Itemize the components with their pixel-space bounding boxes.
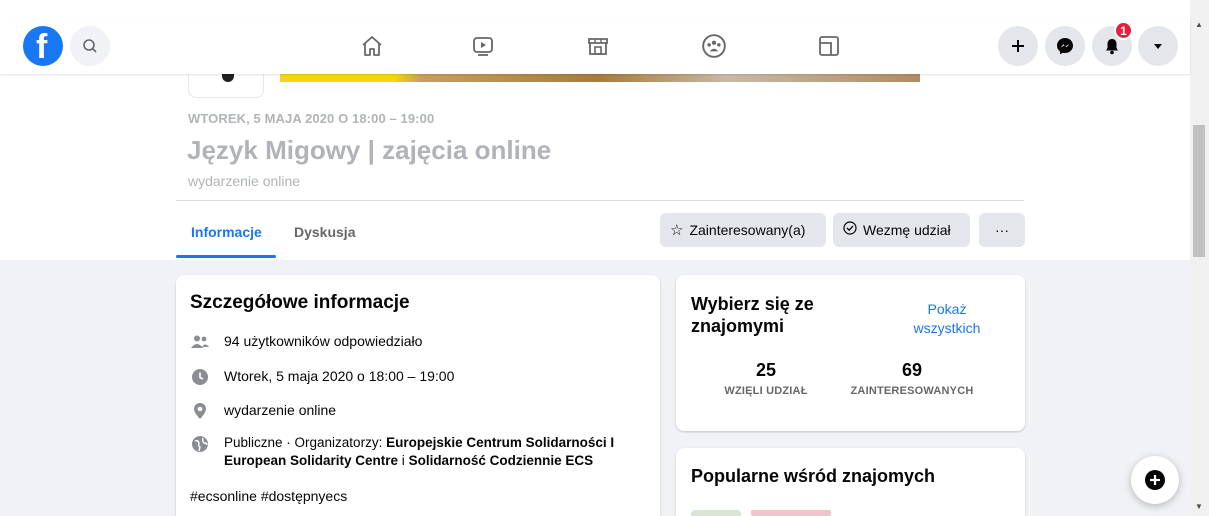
more-icon: ···: [995, 222, 1009, 238]
messenger-icon: [1057, 38, 1073, 55]
event-date-box: [188, 74, 264, 98]
tab-dyskusja[interactable]: Dyskusja: [294, 224, 355, 240]
privacy-text: Publiczne · Organizatorzy: Europejskie C…: [224, 434, 640, 470]
nav-marketplace[interactable]: [576, 24, 620, 68]
create-button[interactable]: [998, 26, 1038, 66]
page-scrollbar[interactable]: [1190, 0, 1209, 516]
clock-icon: [190, 367, 210, 387]
nav-groups[interactable]: [692, 24, 736, 68]
popular-event-date: [751, 510, 831, 516]
page: f 1 WTOREK, 5 MAJA 2020 O 18:00 – 19:00 …: [0, 0, 1209, 516]
event-title: Język Migowy | zajęcia online: [187, 135, 552, 165]
show-all-link[interactable]: Pokaż wszystkich: [902, 300, 992, 338]
globe-icon: [190, 434, 210, 454]
compose-plus-icon: [1145, 470, 1165, 490]
nav-watch[interactable]: [461, 24, 505, 68]
popular-card: Popularne wśród znajomych: [676, 448, 1025, 516]
groups-icon: [702, 34, 726, 58]
new-message-button[interactable]: [1131, 456, 1179, 504]
nav-home[interactable]: [350, 24, 394, 68]
location-pin-icon: [190, 401, 210, 421]
datetime-row: Wtorek, 5 maja 2020 o 18:00 – 19:00: [190, 367, 454, 387]
popular-event-thumbnail[interactable]: [691, 510, 741, 516]
facebook-logo[interactable]: f: [23, 26, 63, 66]
location-text: wydarzenie online: [224, 402, 337, 418]
top-navigation-bar: f 1: [0, 18, 1190, 74]
privacy-prefix: Publiczne · Organizatorzy:: [224, 435, 387, 450]
plus-icon: [1012, 40, 1024, 52]
event-subtitle: wydarzenie online: [188, 173, 301, 189]
bell-icon: [1106, 39, 1118, 55]
home-icon: [362, 36, 382, 56]
check-circle-icon: [843, 221, 857, 239]
going-label: Wezmę udział: [863, 222, 951, 238]
people-icon: [190, 332, 210, 352]
date-box-mark: [222, 74, 234, 82]
caret-down-icon: [1154, 44, 1162, 49]
going-count-label: WZIĘLI UDZIAŁ: [724, 385, 808, 397]
notifications-button[interactable]: 1: [1092, 21, 1133, 66]
event-cover-photo[interactable]: [280, 74, 920, 82]
search-button[interactable]: [70, 26, 110, 66]
responded-text: 94 użytkowników odpowiedziało: [224, 333, 423, 349]
interested-count[interactable]: 69: [862, 360, 962, 381]
marketplace-icon: [588, 38, 608, 55]
active-tab-indicator: [176, 255, 276, 258]
location-row: wydarzenie online: [190, 401, 336, 421]
messenger-button[interactable]: [1045, 26, 1085, 66]
scrollbar-thumb[interactable]: [1193, 125, 1205, 257]
more-button[interactable]: ···: [979, 213, 1025, 247]
friends-card: Wybierz się ze znajomymi Pokaż wszystkic…: [676, 275, 1025, 431]
account-menu-button[interactable]: [1138, 26, 1178, 66]
header-divider: [176, 200, 1024, 201]
privacy-row: Publiczne · Organizatorzy: Europejskie C…: [190, 434, 640, 470]
search-icon: [83, 39, 97, 53]
organizer-separator: i: [398, 453, 409, 468]
facebook-logo-letter: f: [36, 28, 48, 66]
going-count[interactable]: 25: [716, 360, 816, 381]
hashtags-text[interactable]: #ecsonline #dostępnyecs: [190, 487, 347, 505]
details-card: Szczegółowe informacje 94 użytkowników o…: [176, 275, 660, 516]
friends-card-title: Wybierz się ze znajomymi: [691, 294, 814, 336]
scroll-up-arrow[interactable]: ▲: [1195, 20, 1203, 29]
responded-row: 94 użytkowników odpowiedziało: [190, 332, 422, 352]
star-icon: ☆: [670, 222, 684, 239]
organizer-link-2[interactable]: Solidarność Codziennie ECS: [409, 453, 594, 468]
going-button[interactable]: Wezmę udział: [833, 213, 970, 247]
details-title: Szczegółowe informacje: [190, 292, 410, 313]
interested-label: Zainteresowany(a): [689, 222, 806, 238]
watch-icon: [473, 37, 493, 56]
notification-badge: 1: [1114, 21, 1133, 40]
scroll-down-arrow[interactable]: ▼: [1195, 502, 1203, 511]
datetime-text: Wtorek, 5 maja 2020 o 18:00 – 19:00: [224, 368, 455, 384]
interested-button[interactable]: ☆ Zainteresowany(a): [660, 213, 826, 247]
interested-count-label: ZAINTERESOWANYCH: [850, 385, 974, 397]
nav-gaming[interactable]: [807, 24, 851, 68]
hashtags-row: #ecsonline #dostępnyecs: [190, 487, 347, 505]
popular-card-title: Popularne wśród znajomych: [691, 466, 936, 486]
event-date-line: WTOREK, 5 MAJA 2020 O 18:00 – 19:00: [188, 111, 435, 126]
window-top-strip: [0, 0, 1190, 18]
tab-informacje[interactable]: Informacje: [191, 224, 262, 240]
gaming-icon: [819, 36, 839, 56]
